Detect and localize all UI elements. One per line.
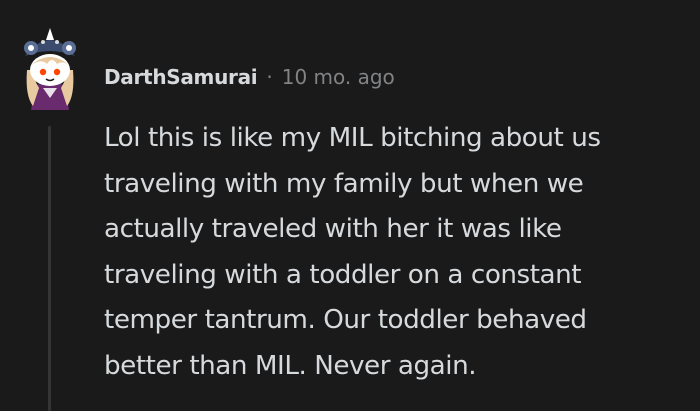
- user-avatar[interactable]: [19, 26, 81, 110]
- comment-body-line: actually traveled with her it was like: [104, 214, 562, 244]
- meta-separator: ·: [266, 65, 273, 89]
- comment-timestamp[interactable]: 10 mo. ago: [282, 65, 395, 89]
- comment-body-line: traveling with a toddler on a constant: [104, 259, 582, 290]
- comment-meta: DarthSamurai · 10 mo. ago: [104, 62, 395, 92]
- comment: DarthSamurai · 10 mo. ago Lol this is li…: [0, 0, 700, 411]
- snoo-avatar-icon: [24, 28, 76, 110]
- comment-body-line: better than MIL. Never again.: [104, 350, 477, 381]
- comment-body-line: Lol this is like my MIL bitching about u…: [104, 123, 601, 153]
- comment-body-line: traveling with my family but when we: [104, 168, 584, 199]
- comment-body: Lol this is like my MIL bitching about u…: [104, 116, 694, 389]
- username-link[interactable]: DarthSamurai: [104, 65, 258, 89]
- comment-body-line: temper tantrum. Our toddler behaved: [104, 305, 587, 335]
- thread-collapse-line[interactable]: [48, 126, 51, 411]
